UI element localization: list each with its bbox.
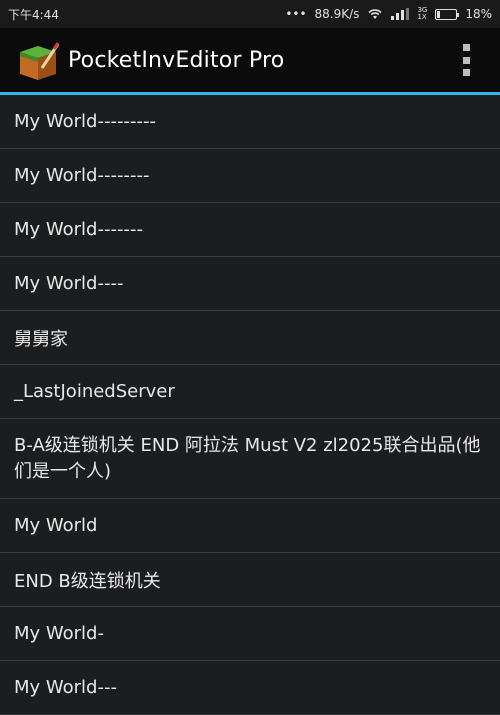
world-item[interactable]: My World--------- — [0, 95, 500, 149]
world-item[interactable]: 舅舅家 — [0, 311, 500, 365]
world-item-label: _LastJoinedServer — [14, 381, 175, 402]
world-item-label: 舅舅家 — [14, 328, 68, 350]
status-icons: ••• 88.9K/s 3G 1X 18% — [285, 7, 492, 22]
battery-icon — [435, 8, 460, 20]
minecraft-block-icon[interactable] — [16, 38, 60, 82]
world-item[interactable]: My World- — [0, 607, 500, 661]
more-vert-icon[interactable] — [460, 44, 472, 76]
battery-percent: 18% — [465, 7, 492, 21]
world-item[interactable]: My World---- — [0, 257, 500, 311]
status-time: 下午4:44 — [8, 7, 59, 22]
network-type-bottom: 1X — [417, 13, 427, 21]
world-item-label: My World------- — [14, 219, 143, 240]
world-item[interactable]: _LastJoinedServer — [0, 365, 500, 419]
world-item-label: My World- — [14, 623, 104, 644]
wifi-icon — [368, 9, 383, 19]
status-dots: ••• — [285, 7, 307, 21]
world-item[interactable]: B-A级连锁机关 END 阿拉法 Must V2 zl2025联合出品(他们是一… — [0, 419, 500, 499]
world-item-label: My World — [14, 515, 98, 536]
app-title: PocketInvEditor Pro — [68, 47, 285, 73]
signal-icon — [391, 8, 410, 20]
world-item-label: My World--------- — [14, 111, 156, 132]
network-speed: 88.9K/s — [314, 7, 360, 21]
world-list: My World--------- My World-------- My Wo… — [0, 95, 500, 715]
world-item-label: My World---- — [14, 273, 124, 294]
world-item-label: My World--- — [14, 677, 117, 698]
world-item-label: B-A级连锁机关 END 阿拉法 Must V2 zl2025联合出品(他们是一… — [14, 434, 481, 482]
network-type: 3G 1X — [417, 7, 427, 21]
app-bar: PocketInvEditor Pro — [0, 28, 500, 95]
world-item[interactable]: My World--- — [0, 661, 500, 715]
world-item[interactable]: My World------- — [0, 203, 500, 257]
world-item[interactable]: My World-------- — [0, 149, 500, 203]
world-item[interactable]: My World — [0, 499, 500, 553]
status-bar: 下午4:44 ••• 88.9K/s 3G 1X 18% — [0, 0, 500, 28]
world-item-label: END B级连锁机关 — [14, 570, 161, 592]
world-item[interactable]: END B级连锁机关 — [0, 553, 500, 607]
world-item-label: My World-------- — [14, 165, 150, 186]
